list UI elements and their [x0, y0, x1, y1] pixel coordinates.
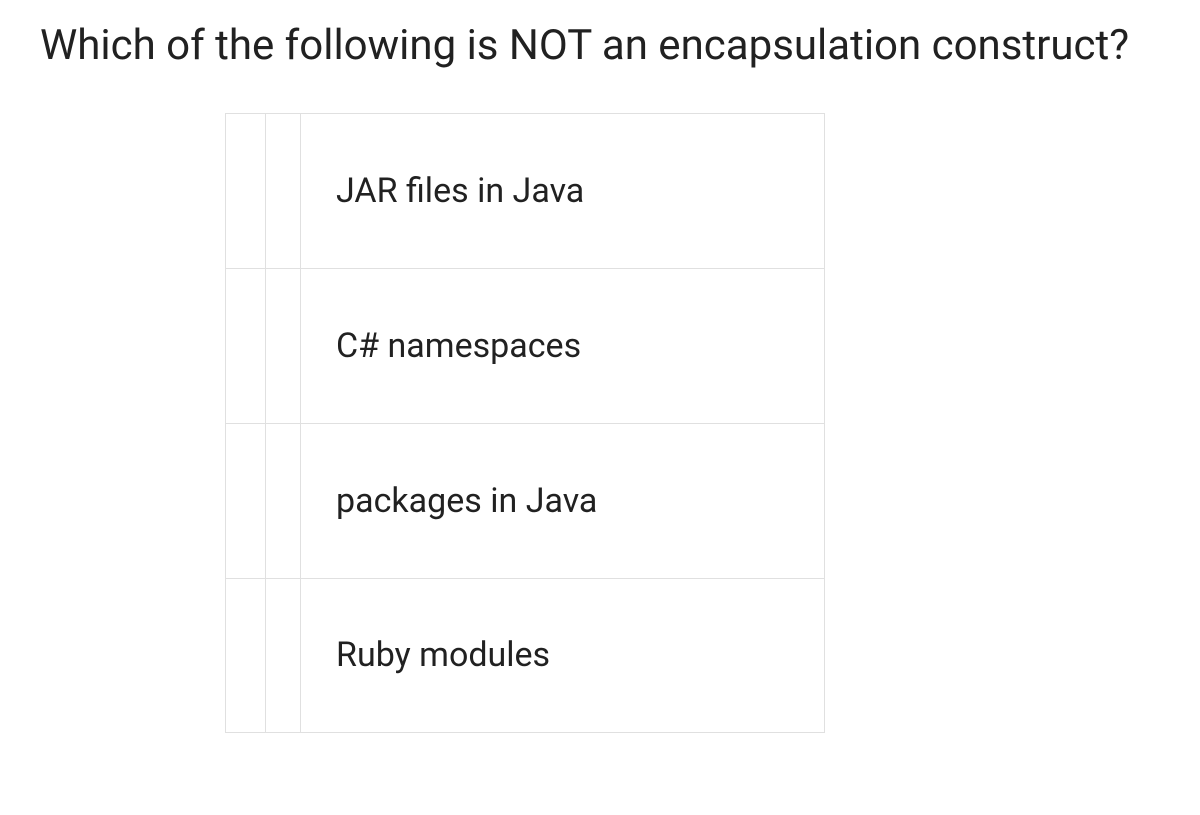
option-cell-b — [265, 114, 300, 268]
option-label: packages in Java — [300, 424, 824, 578]
option-cell-a — [225, 269, 265, 423]
option-row[interactable]: JAR files in Java — [225, 113, 825, 268]
option-cell-b — [265, 579, 300, 732]
option-row[interactable]: C# namespaces — [225, 268, 825, 423]
option-cell-a — [225, 114, 265, 268]
option-row[interactable]: Ruby modules — [225, 578, 825, 733]
option-label: Ruby modules — [300, 579, 824, 732]
option-cell-b — [265, 424, 300, 578]
option-label: JAR files in Java — [300, 114, 824, 268]
option-cell-a — [225, 424, 265, 578]
question-text: Which of the following is NOT an encapsu… — [40, 20, 1160, 73]
options-container: JAR files in Java C# namespaces packages… — [225, 113, 825, 733]
option-cell-b — [265, 269, 300, 423]
option-label: C# namespaces — [300, 269, 824, 423]
option-row[interactable]: packages in Java — [225, 423, 825, 578]
option-cell-a — [225, 579, 265, 732]
